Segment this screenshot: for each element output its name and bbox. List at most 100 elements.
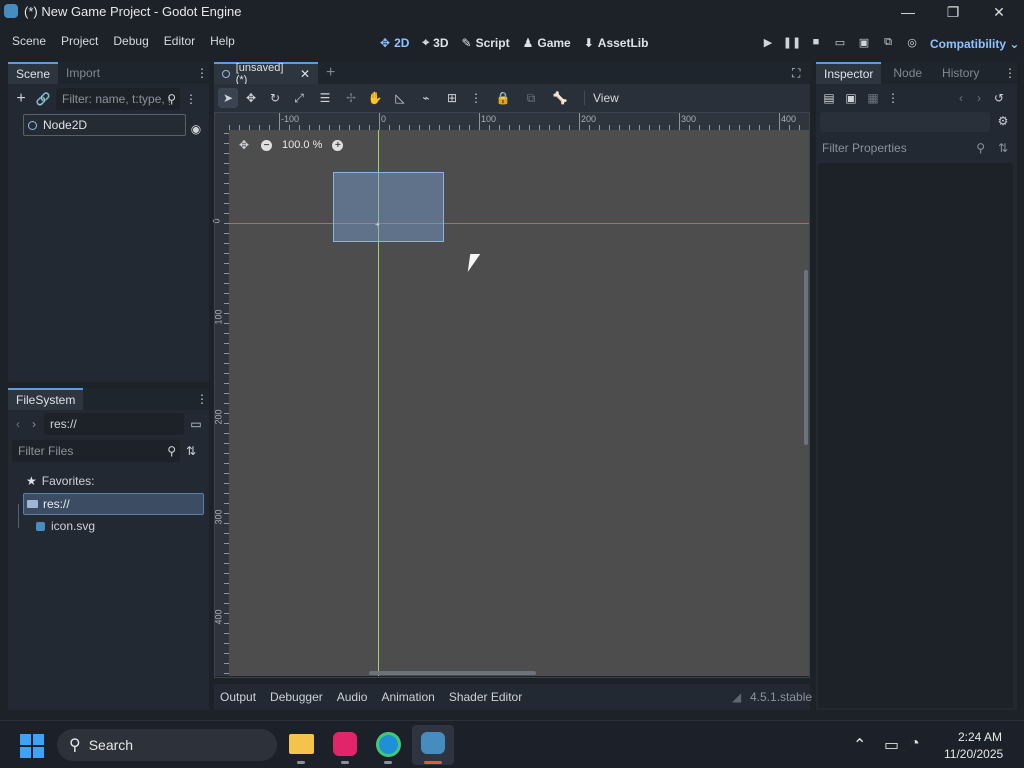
new-resource-icon[interactable]: ▤	[822, 91, 836, 105]
grid-snap-icon[interactable]: ⊞	[440, 88, 464, 108]
camera-rect[interactable]	[333, 172, 444, 242]
version-label[interactable]: 4.5.1.stable	[750, 690, 812, 704]
save-resource-icon[interactable]: ▦	[866, 91, 880, 105]
object-history-icon[interactable]: ↺	[992, 91, 1006, 105]
history-forward-icon[interactable]: ›	[974, 91, 984, 105]
play-icon[interactable]: ▶	[756, 32, 780, 52]
display-icon[interactable]: ▭	[884, 735, 899, 755]
dock-menu-icon[interactable]: ⋮	[1004, 66, 1016, 80]
add-node-icon[interactable]: +	[12, 90, 30, 108]
lock-icon[interactable]: 🔒	[488, 88, 518, 108]
tab-output[interactable]: Output	[220, 690, 256, 704]
minimize-button[interactable]: —	[885, 0, 931, 24]
start-icon[interactable]	[20, 734, 44, 758]
property-sort-icon[interactable]: ⇅	[997, 141, 1009, 155]
tab-animation[interactable]: Animation	[381, 690, 434, 704]
menu-help[interactable]: Help	[210, 34, 235, 48]
godot-taskbar-icon[interactable]	[412, 725, 454, 765]
tab-shader-editor[interactable]: Shader Editor	[449, 690, 522, 704]
tab-history[interactable]: History	[934, 62, 987, 84]
tab-node[interactable]: Node	[885, 62, 930, 84]
group-icon[interactable]: ⧉	[520, 88, 542, 108]
media-app-icon[interactable]	[333, 732, 357, 756]
tab-scene[interactable]: Scene	[8, 62, 59, 84]
zoom-out-icon[interactable]: −	[261, 139, 272, 151]
forward-arrow-icon[interactable]: ›	[28, 417, 40, 431]
center-view-icon[interactable]: ✥	[237, 138, 251, 152]
move-tool-icon[interactable]: ✥	[240, 88, 262, 108]
list-select-icon[interactable]: ☰	[312, 88, 338, 108]
canvas-viewport[interactable]: + ✥ − 100.0 % +	[229, 130, 809, 676]
play-custom-icon[interactable]: ⧉	[876, 32, 900, 52]
dock-menu-icon[interactable]: ⋮	[196, 392, 208, 406]
renderer-select[interactable]: Compatibility ⌄	[930, 37, 1019, 51]
tree-item-res[interactable]: res://	[23, 493, 204, 515]
link-icon[interactable]: 🔗	[34, 92, 52, 106]
pan-tool-icon[interactable]: ✋	[364, 88, 386, 108]
snap-options-icon[interactable]: ⋮	[466, 88, 486, 108]
menu-editor[interactable]: Editor	[164, 34, 195, 48]
tab-inspector[interactable]: Inspector	[816, 62, 882, 84]
pivot-tool-icon[interactable]: ✢	[340, 88, 362, 108]
workspace-3d[interactable]: ⌖ 3D	[422, 35, 448, 50]
add-tab-icon[interactable]: +	[326, 64, 335, 82]
smart-snap-icon[interactable]: ⌁	[414, 88, 438, 108]
movie-maker-icon[interactable]: ◎	[900, 32, 924, 52]
history-back-icon[interactable]: ‹	[956, 91, 966, 105]
rotate-tool-icon[interactable]: ↻	[264, 88, 286, 108]
scale-tool-icon[interactable]: ⤢	[288, 88, 310, 108]
dock-menu-icon[interactable]: ⋮	[196, 66, 208, 80]
workspace-assetlib[interactable]: ⬇ AssetLib	[584, 36, 649, 50]
sort-icon[interactable]: ⇅	[184, 444, 198, 458]
vertical-scrollbar[interactable]	[804, 270, 808, 445]
path-field[interactable]: res://	[44, 413, 184, 435]
bone-icon[interactable]: 🦴	[544, 88, 576, 108]
tab-import[interactable]: Import	[58, 62, 108, 84]
menu-debug[interactable]: Debug	[113, 34, 148, 48]
object-selector[interactable]	[820, 112, 990, 132]
workspace-game[interactable]: ♟ Game	[523, 36, 571, 50]
resource-options-icon[interactable]: ⋮	[887, 91, 899, 105]
menu-scene[interactable]: Scene	[12, 34, 46, 48]
taskbar-date[interactable]: 11/20/2025	[944, 747, 1003, 761]
menu-project[interactable]: Project	[61, 34, 98, 48]
close-window-button[interactable]: ✕	[976, 0, 1022, 24]
view-menu[interactable]: View	[584, 91, 619, 105]
select-tool-icon[interactable]: ➤	[218, 88, 238, 108]
tab-audio[interactable]: Audio	[337, 690, 368, 704]
ruler-tool-icon[interactable]: ◺	[388, 88, 412, 108]
edge-browser-icon[interactable]	[376, 732, 401, 757]
zoom-in-icon[interactable]: +	[332, 139, 344, 151]
distraction-free-icon[interactable]: ⛶	[792, 66, 800, 81]
visibility-eye-icon[interactable]: ◉	[189, 122, 203, 136]
zoom-level[interactable]: 100.0 %	[282, 139, 322, 151]
object-tools-icon[interactable]: ⚙	[996, 114, 1010, 128]
tab-filesystem[interactable]: FileSystem	[8, 388, 84, 410]
remote-debug-icon[interactable]: ▭	[828, 32, 852, 52]
filter-properties-input[interactable]: Filter Properties ⚲	[816, 137, 989, 159]
pause-icon[interactable]: ❚❚	[780, 32, 804, 52]
network-icon[interactable]: ◔	[910, 735, 920, 753]
scene-filter-input[interactable]: Filter: name, t:type, g: ⚲	[56, 88, 180, 110]
scene-options-icon[interactable]: ⋮	[184, 92, 198, 106]
taskbar-search[interactable]: ⚲ Search	[57, 729, 277, 761]
play-scene-icon[interactable]: ▣	[852, 32, 876, 52]
back-arrow-icon[interactable]: ‹	[12, 417, 24, 431]
taskbar-time[interactable]: 2:24 AM	[958, 730, 1002, 744]
tree-item-file[interactable]: icon.svg	[8, 515, 209, 537]
stop-icon[interactable]: ■	[804, 32, 828, 52]
horizontal-scrollbar[interactable]	[369, 671, 536, 675]
filter-files-input[interactable]: Filter Files ⚲	[12, 440, 180, 462]
file-explorer-icon[interactable]	[289, 734, 314, 754]
favorites-item[interactable]: ★ Favorites:	[8, 470, 209, 492]
maximize-button[interactable]: ❐	[930, 0, 976, 24]
tab-unsaved-scene[interactable]: [unsaved](*) ✕	[214, 62, 318, 86]
tray-chevron-up-icon[interactable]: ⌃	[853, 735, 866, 755]
scene-tree-node[interactable]: Node2D	[23, 114, 186, 136]
open-resource-icon[interactable]: ▣	[844, 91, 858, 105]
workspace-script[interactable]: ✎ Script	[462, 36, 510, 50]
split-mode-icon[interactable]: ▭	[188, 417, 204, 431]
close-tab-icon[interactable]: ✕	[300, 67, 310, 81]
tab-debugger[interactable]: Debugger	[270, 690, 323, 704]
workspace-2d[interactable]: ✥ 2D	[380, 36, 409, 50]
